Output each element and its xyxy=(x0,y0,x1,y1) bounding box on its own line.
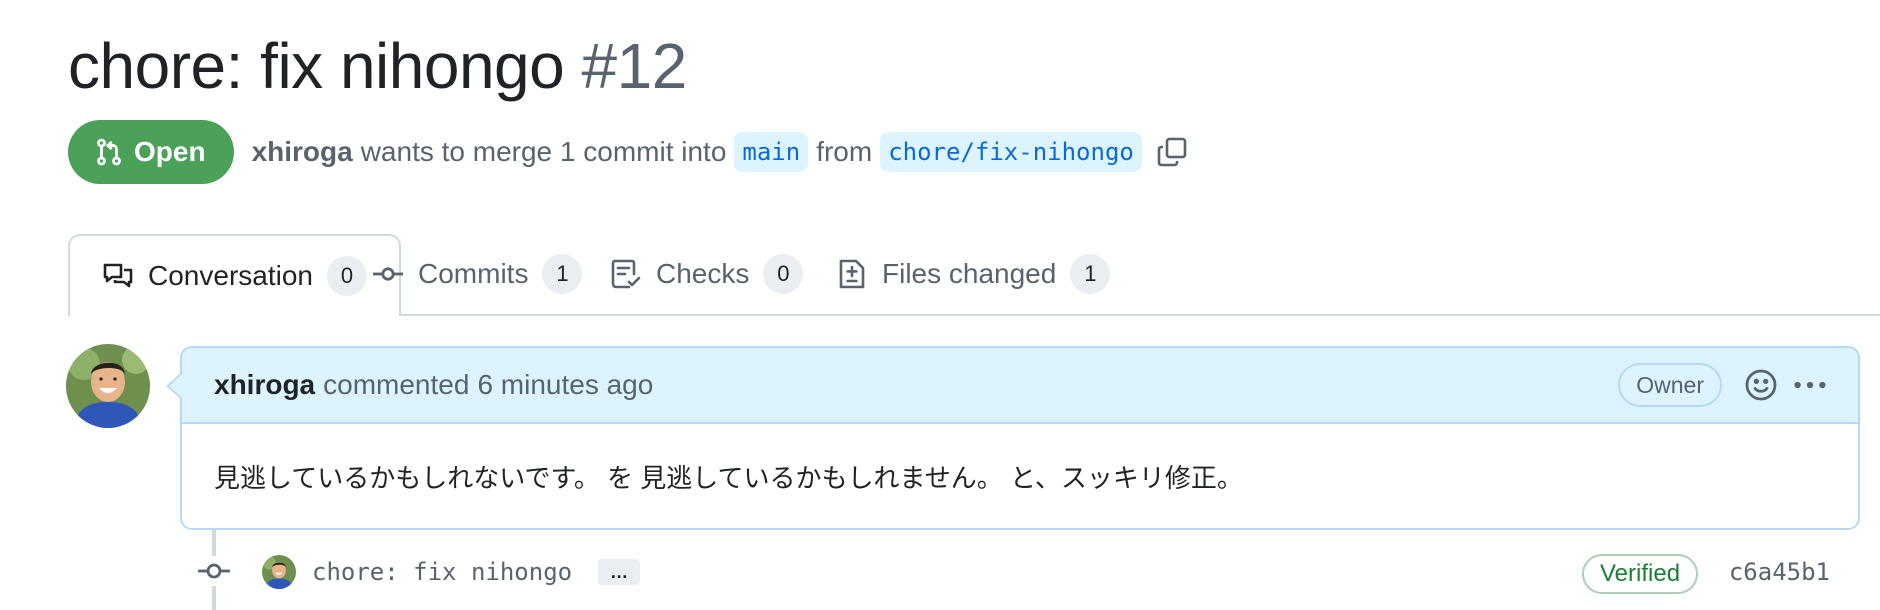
merge-text: wants to merge 1 commit into xyxy=(360,136,727,167)
tab-checks-label: Checks xyxy=(656,258,750,289)
tab-commits-label: Commits xyxy=(418,258,529,289)
avatar[interactable] xyxy=(66,344,150,428)
verified-badge[interactable]: Verified xyxy=(1582,554,1699,594)
comment-timestamp[interactable]: 6 minutes ago xyxy=(477,369,653,401)
tab-conversation-label: Conversation xyxy=(148,260,313,291)
commit-author-avatar[interactable] xyxy=(262,555,296,589)
comment-body: 見逃しているかもしれないです。 を 見逃しているかもしれません。 と、スッキリ修… xyxy=(214,463,1243,493)
pr-state-badge: Open xyxy=(68,120,234,184)
pr-number: #12 xyxy=(581,30,688,102)
git-commit-icon xyxy=(373,267,403,281)
commit-row: chore: fix nihongo … Verified c6a45b1 xyxy=(262,548,1860,596)
user-avatar-image xyxy=(262,555,296,589)
commit-sha-link[interactable]: c6a45b1 xyxy=(1729,558,1830,586)
pr-tabs: Conversation 0 Commits 1 Checks 0 Files … xyxy=(68,234,1880,316)
tab-conversation-count: 0 xyxy=(326,256,367,296)
file-diff-icon xyxy=(839,259,865,289)
comment-action: commented xyxy=(323,369,470,400)
pr-title: chore: fix nihongo #12 xyxy=(68,28,687,104)
base-branch[interactable]: main xyxy=(734,132,809,172)
tab-conversation[interactable]: Conversation 0 xyxy=(68,234,401,316)
commit-expand-button[interactable]: … xyxy=(598,559,641,585)
tab-files-changed-count: 1 xyxy=(1070,254,1111,294)
git-commit-icon xyxy=(196,556,232,586)
tab-files-changed[interactable]: Files changed 1 xyxy=(836,234,1111,314)
commit-message-link[interactable]: chore: fix nihongo xyxy=(312,558,572,586)
from-text: from xyxy=(816,136,873,167)
kebab-horizontal-icon[interactable] xyxy=(1792,367,1828,403)
comment-author[interactable]: xhiroga xyxy=(214,369,315,401)
smiley-icon[interactable] xyxy=(1744,368,1778,402)
comment-box: xhiroga commented 6 minutes ago Owner 見逃… xyxy=(180,346,1860,530)
copy-icon[interactable] xyxy=(1156,136,1188,168)
git-pull-request-icon xyxy=(97,138,121,166)
comment-header: xhiroga commented 6 minutes ago Owner xyxy=(182,348,1858,424)
owner-badge: Owner xyxy=(1618,363,1722,407)
tab-files-changed-label: Files changed xyxy=(882,258,1057,289)
pr-state-label: Open xyxy=(134,136,206,167)
head-branch[interactable]: chore/fix-nihongo xyxy=(880,132,1142,172)
comment-pointer-fill xyxy=(169,374,182,398)
pr-author-link[interactable]: xhiroga xyxy=(252,136,353,168)
user-avatar-image xyxy=(66,344,150,428)
comment-discussion-icon xyxy=(103,263,133,288)
checklist-icon xyxy=(611,259,641,289)
tab-commits[interactable]: Commits 1 xyxy=(372,234,583,314)
tab-checks-count: 0 xyxy=(763,254,804,294)
tab-commits-count: 1 xyxy=(542,254,583,294)
tab-checks[interactable]: Checks 0 xyxy=(610,234,804,314)
pr-meta: Open xhiroga wants to merge 1 commit int… xyxy=(68,120,1188,184)
pr-title-text: chore: fix nihongo xyxy=(68,30,565,102)
